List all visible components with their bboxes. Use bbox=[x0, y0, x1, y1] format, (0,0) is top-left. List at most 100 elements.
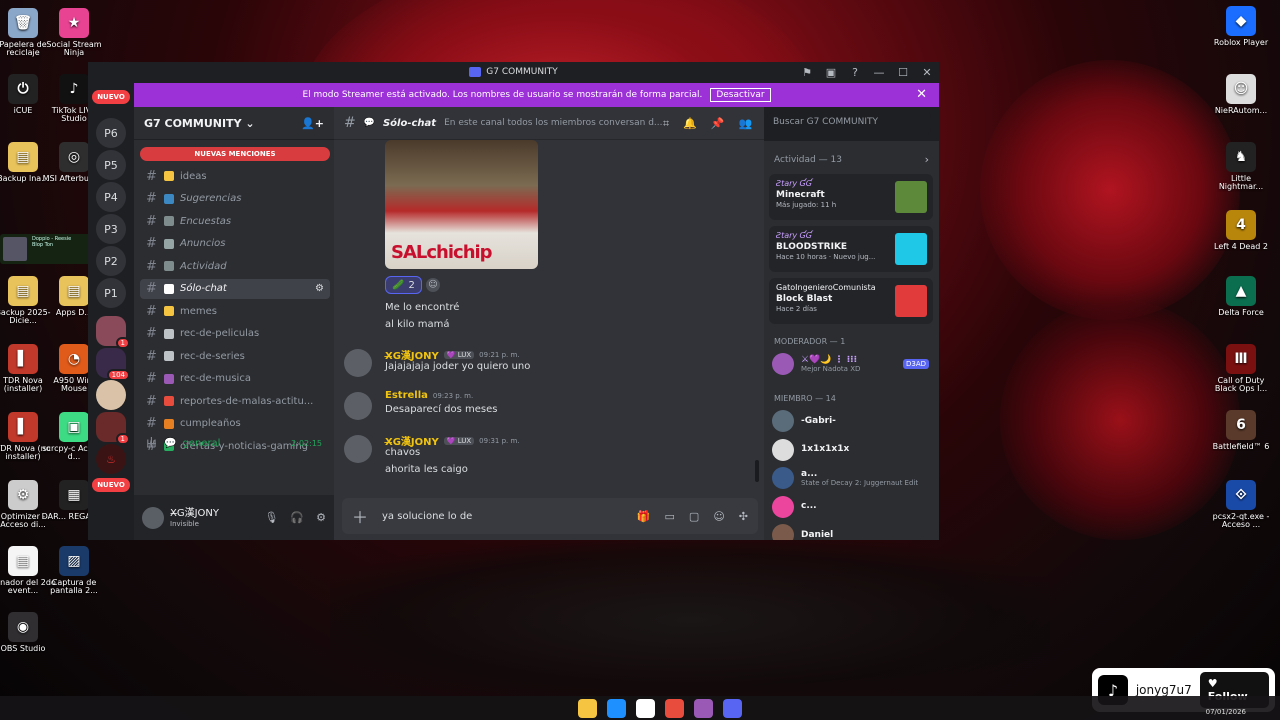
message-author[interactable]: Estrella bbox=[385, 390, 428, 401]
member-name: Daniel bbox=[801, 529, 834, 540]
member-item[interactable]: ⚔💜🌙 ⋮ ⁝⁝⁝ Mejor Nadota XD D3AD bbox=[772, 352, 937, 376]
channel-item[interactable]: # Sólo-chat ⚙ bbox=[140, 278, 330, 299]
avatar[interactable] bbox=[344, 435, 372, 463]
server-icon-1[interactable]: 1 bbox=[96, 316, 130, 349]
server-folder-p4[interactable]: P4 bbox=[96, 182, 126, 212]
add-reaction-icon[interactable]: ☺ bbox=[426, 278, 440, 292]
desktop-icon[interactable]: ◆ Roblox Player bbox=[1208, 6, 1274, 47]
channel-item[interactable]: # Encuestas bbox=[140, 211, 330, 231]
threads-icon[interactable]: ⌗ bbox=[663, 117, 669, 131]
chevron-right-icon[interactable]: › bbox=[925, 153, 929, 166]
channel-topic[interactable]: En este canal todos los miembros convers… bbox=[444, 118, 662, 128]
emoji-icon[interactable]: ☺ bbox=[713, 510, 724, 523]
voice-channel-general[interactable]: ılı 💬 general 2:02:15 bbox=[140, 433, 330, 453]
taskbar-app-icon[interactable] bbox=[694, 699, 713, 718]
server-icon-5[interactable]: ♨ bbox=[96, 444, 126, 474]
gear-icon[interactable]: ⚙ bbox=[316, 511, 326, 524]
desktop-icon[interactable]: Ⅲ Call of Duty Black Ops I... bbox=[1208, 344, 1274, 394]
member-item[interactable]: c... bbox=[772, 495, 937, 519]
app-icon: ◎ bbox=[59, 142, 89, 172]
scrollbar[interactable] bbox=[755, 460, 759, 482]
desktop-icon[interactable]: ▨ Captura de pantalla 2... bbox=[41, 546, 107, 596]
pin-icon[interactable]: 📌 bbox=[711, 117, 725, 131]
desktop-icon[interactable]: ♞ Little Nightmar... bbox=[1208, 142, 1274, 192]
reaction-count: 2 bbox=[408, 279, 415, 291]
channel-item[interactable]: # Actividad bbox=[140, 256, 330, 276]
desktop-icon[interactable]: ☺ NieRAutom... bbox=[1208, 74, 1274, 115]
avatar[interactable] bbox=[344, 392, 372, 420]
add-member-icon[interactable]: 👤+ bbox=[301, 117, 324, 130]
taskbar-app-icon[interactable] bbox=[723, 699, 742, 718]
avatar[interactable] bbox=[142, 506, 164, 529]
taskbar-app-icon[interactable] bbox=[665, 699, 684, 718]
close-icon[interactable]: ✕ bbox=[916, 87, 927, 102]
message-input[interactable]: ya solucione lo de bbox=[382, 511, 623, 522]
channel-name: cumpleaños bbox=[180, 418, 241, 429]
channel-name: ideas bbox=[180, 170, 207, 182]
search-input[interactable]: Buscar G7 COMMUNITY bbox=[767, 113, 931, 133]
member-item[interactable]: a... State of Decay 2: Juggernaut Edit bbox=[772, 466, 937, 490]
minimize-icon[interactable]: — bbox=[867, 66, 891, 79]
desktop-icon[interactable]: ★ Social Stream Ninja bbox=[41, 8, 107, 58]
help-icon[interactable]: ? bbox=[843, 66, 867, 79]
guild-header[interactable]: G7 COMMUNITY ⌄ 👤+ bbox=[134, 107, 334, 140]
channel-item[interactable]: # cumpleaños bbox=[140, 414, 330, 434]
app-icon: ⚙ bbox=[8, 480, 38, 510]
taskbar-app-icon[interactable] bbox=[578, 699, 597, 718]
server-folder-p5[interactable]: P5 bbox=[96, 150, 126, 180]
activity-card[interactable]: Ƨtary ƓƓ Minecraft Más jugado: 11 h bbox=[769, 174, 933, 220]
app-icon: ⟐ bbox=[1226, 480, 1256, 510]
avatar[interactable] bbox=[344, 349, 372, 377]
maximize-icon[interactable]: ☐ bbox=[891, 66, 915, 79]
deactivate-button[interactable]: Desactivar bbox=[710, 88, 771, 102]
channel-item[interactable]: # Sugerencias bbox=[140, 189, 330, 209]
taskbar-app-icon[interactable] bbox=[607, 699, 626, 718]
desktop-icon[interactable]: ⟐ pcsx2-qt.exe - Acceso ... bbox=[1208, 480, 1274, 530]
microphone-icon[interactable]: 🎙 bbox=[264, 511, 278, 524]
channel-settings-icon[interactable]: ⚙ bbox=[315, 283, 324, 294]
gif-icon[interactable]: ▭ bbox=[665, 510, 675, 523]
taskbar-app-icon[interactable] bbox=[636, 699, 655, 718]
channel-item[interactable]: # Anuncios bbox=[140, 234, 330, 254]
screen-icon[interactable]: ▣ bbox=[819, 66, 843, 79]
channel-item[interactable]: # rec-de-series bbox=[140, 346, 330, 366]
reaction-chip[interactable]: 🥒 2 bbox=[385, 276, 422, 294]
desktop-icon[interactable]: 6 Battlefield™ 6 bbox=[1208, 410, 1274, 451]
member-item[interactable]: Daniel bbox=[772, 523, 937, 540]
desktop-icon[interactable]: ◉ OBS Studio bbox=[0, 612, 56, 653]
channel-item[interactable]: # rec-de-peliculas bbox=[140, 324, 330, 344]
server-icon-3[interactable] bbox=[96, 380, 126, 410]
music-widget[interactable]: Doppio - Reesie Blop Ton bbox=[0, 234, 96, 264]
server-folder-p3[interactable]: P3 bbox=[96, 214, 126, 244]
flag-icon[interactable]: ⚑ bbox=[795, 66, 819, 79]
nuevo-badge-top[interactable]: NUEVO bbox=[92, 90, 130, 104]
channel-item[interactable]: # ideas bbox=[140, 166, 330, 186]
desktop-icon[interactable]: 4 Left 4 Dead 2 bbox=[1208, 210, 1274, 251]
plus-icon[interactable]: ＋ bbox=[352, 504, 368, 528]
close-icon[interactable]: ✕ bbox=[915, 66, 939, 79]
nuevo-badge-bottom[interactable]: NUEVO bbox=[92, 478, 130, 492]
channel-item[interactable]: # rec-de-musica bbox=[140, 369, 330, 389]
server-folder-p1[interactable]: P1 bbox=[96, 278, 126, 308]
server-icon-2[interactable]: 104 bbox=[96, 348, 130, 381]
server-folder-p6[interactable]: P6 bbox=[96, 118, 126, 148]
channel-item[interactable]: # reportes-de-malas-actitu... bbox=[140, 391, 330, 411]
activity-card[interactable]: Ƨtary ƓƓ BLOODSTRIKE Hace 10 horas · Nuevo… bbox=[769, 226, 933, 272]
member-item[interactable]: -Gabri- bbox=[772, 409, 937, 433]
apps-icon[interactable]: ✣ bbox=[739, 510, 748, 523]
new-mentions-pill[interactable]: NUEVAS MENCIONES bbox=[140, 147, 330, 161]
headphones-icon[interactable]: 🎧 bbox=[290, 511, 304, 524]
members-icon[interactable]: 👥 bbox=[739, 117, 753, 131]
channel-item[interactable]: # memes bbox=[140, 301, 330, 321]
sticker-icon[interactable]: ▢ bbox=[689, 510, 699, 523]
message-author[interactable]: X̶G漢JONY bbox=[385, 433, 439, 448]
desktop-icon[interactable]: ▲ Delta Force bbox=[1208, 276, 1274, 317]
activity-card[interactable]: GatoIngenieroComunista Block Blast Hace 2 … bbox=[769, 278, 933, 324]
server-icon-4[interactable]: 1 bbox=[96, 412, 130, 445]
attachment-image[interactable]: SALchichip bbox=[385, 140, 538, 269]
server-folder-p2[interactable]: P2 bbox=[96, 246, 126, 276]
bell-icon[interactable]: 🔔 bbox=[683, 117, 697, 131]
gift-icon[interactable]: 🎁 bbox=[637, 510, 651, 523]
message-author[interactable]: X̶G漢JONY bbox=[385, 347, 439, 362]
member-item[interactable]: 1x1x1x1x bbox=[772, 438, 937, 462]
